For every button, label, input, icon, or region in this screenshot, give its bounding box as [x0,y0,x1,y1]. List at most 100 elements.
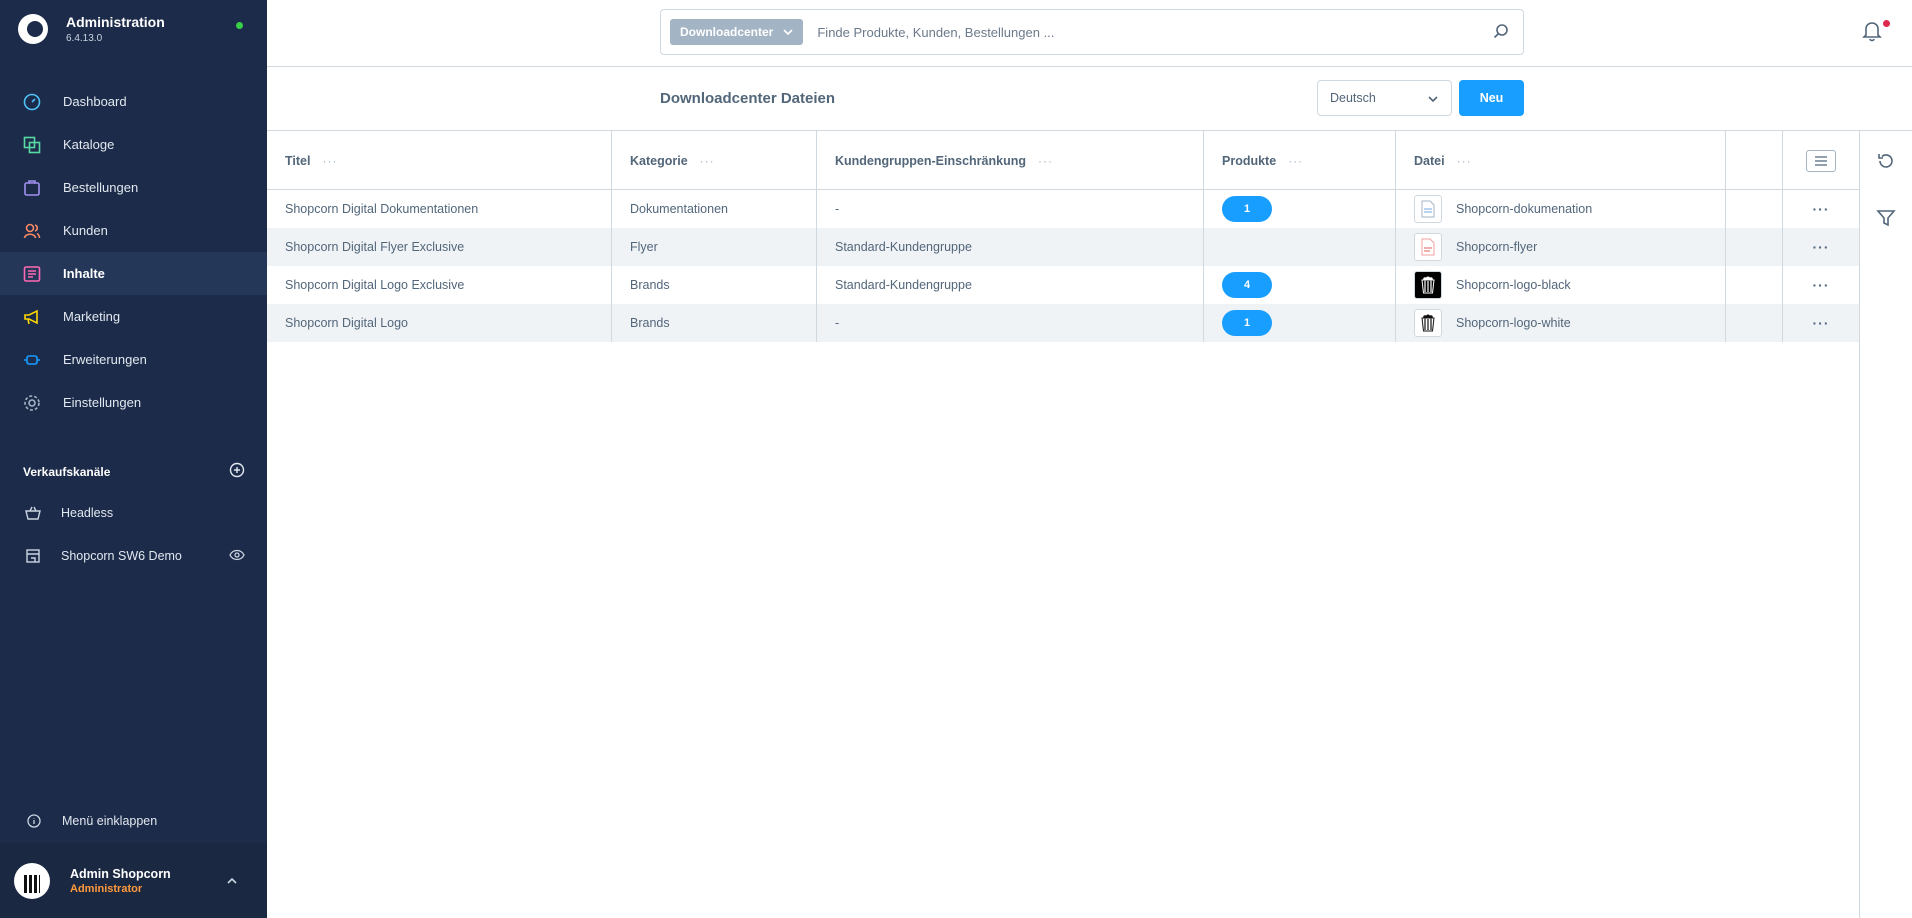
row-actions-button[interactable]: ··· [1813,239,1830,255]
filter-icon[interactable] [1876,208,1896,231]
file-name[interactable]: Shopcorn-logo-black [1456,278,1571,292]
table-row[interactable]: Shopcorn Digital Logo Brands - 1 Shopcor… [267,304,1859,342]
new-button[interactable]: Neu [1459,80,1524,116]
column-menu-button[interactable]: ··· [1038,154,1053,168]
cell-spacer [1726,304,1783,342]
collapse-menu-label: Menü einklappen [62,814,158,828]
table-row[interactable]: Shopcorn Digital Dokumentationen Dokumen… [267,190,1859,228]
pdf-icon [1414,233,1442,261]
user-name: Admin Shopcorn [70,866,171,881]
cell-restriction: Standard-Kundengruppe [817,266,1204,304]
file-name[interactable]: Shopcorn-dokumenation [1456,202,1592,216]
column-header-category[interactable]: Kategorie ··· [612,131,817,190]
sales-channel-headless[interactable]: Headless [23,503,245,523]
cell-actions: ··· [1783,190,1859,228]
column-menu-button[interactable]: ··· [1457,154,1472,168]
app-version: 6.4.13.0 [66,33,103,44]
table-row[interactable]: Shopcorn Digital Flyer Exclusive Flyer S… [267,228,1859,266]
cell-products: 1 [1204,190,1396,228]
nav-item-settings[interactable]: Einstellungen [0,381,267,424]
eye-icon[interactable] [229,549,245,564]
cell-restriction: - [817,190,1204,228]
nav-label: Erweiterungen [63,352,147,367]
brand[interactable]: Administration 6.4.13.0 [18,14,165,44]
catalog-icon [22,135,42,155]
column-header-label: Kundengruppen-Einschränkung [835,153,1026,168]
file-name[interactable]: Shopcorn-flyer [1456,240,1537,254]
main-nav: Dashboard Kataloge Bestellungen Kunden I… [0,80,267,424]
column-header-restriction[interactable]: Kundengruppen-Einschränkung ··· [817,131,1204,190]
gear-icon [22,393,42,413]
user-role: Administrator [70,882,143,895]
add-sales-channel-icon[interactable] [229,462,245,481]
storefront-icon [23,546,43,566]
cell-title[interactable]: Shopcorn Digital Logo Exclusive [267,266,612,304]
smart-bar: Downloadcenter Dateien Deutsch Neu [267,67,1912,131]
cell-category: Brands [612,266,817,304]
sales-channel-shopcorn-demo[interactable]: Shopcorn SW6 Demo [23,546,245,566]
sales-channels-title: Verkaufskanäle [23,464,111,479]
column-header-products[interactable]: Produkte ··· [1204,131,1396,190]
logo-black-icon [1414,271,1442,299]
basket-icon [23,503,43,523]
sales-channel-label: Headless [61,506,114,520]
column-header-file[interactable]: Datei ··· [1396,131,1726,190]
megaphone-icon [22,307,42,327]
cell-category: Dokumentationen [612,190,817,228]
search-input[interactable] [817,24,1478,40]
search-icon[interactable] [1493,23,1509,42]
cell-spacer [1726,228,1783,266]
info-circle-icon [24,811,44,831]
data-grid: Titel ··· Kategorie ··· Kundengruppen-Ei… [267,131,1859,342]
cell-title[interactable]: Shopcorn Digital Logo [267,304,612,342]
refresh-icon[interactable] [1876,151,1896,174]
grid-header: Titel ··· Kategorie ··· Kundengruppen-Ei… [267,131,1859,190]
nav-item-dashboard[interactable]: Dashboard [0,80,267,123]
row-actions-button[interactable]: ··· [1813,315,1830,331]
nav-item-customers[interactable]: Kunden [0,209,267,252]
content-icon [22,264,42,284]
chevron-up-icon[interactable] [226,873,238,887]
table-row[interactable]: Shopcorn Digital Logo Exclusive Brands S… [267,266,1859,304]
column-header-label: Produkte [1222,153,1277,168]
nav-item-orders[interactable]: Bestellungen [0,166,267,209]
nav-item-extensions[interactable]: Erweiterungen [0,338,267,381]
cell-title[interactable]: Shopcorn Digital Dokumentationen [267,190,612,228]
products-count-badge[interactable]: 1 [1222,196,1272,222]
file-name[interactable]: Shopcorn-logo-white [1456,316,1571,330]
column-header-spacer [1726,131,1783,190]
cell-title[interactable]: Shopcorn Digital Flyer Exclusive [267,228,612,266]
column-menu-button[interactable]: ··· [1288,154,1303,168]
language-value: Deutsch [1330,91,1376,105]
column-menu-button[interactable]: ··· [322,154,337,168]
row-actions-button[interactable]: ··· [1813,201,1830,217]
column-header-label: Datei [1414,153,1445,168]
grid-settings-icon[interactable] [1806,149,1836,172]
search-type-selector[interactable]: Downloadcenter [670,19,804,45]
products-count-badge[interactable]: 4 [1222,272,1272,298]
column-menu-button[interactable]: ··· [700,154,715,168]
notification-bell-icon[interactable] [1862,20,1882,45]
nav-item-catalog[interactable]: Kataloge [0,123,267,166]
sales-channels-header: Verkaufskanäle [23,462,245,481]
nav-label: Inhalte [63,266,105,281]
collapse-menu-button[interactable]: Menü einklappen [24,811,157,831]
cell-products [1204,228,1396,266]
nav-label: Kataloge [63,137,115,152]
cell-file: Shopcorn-flyer [1396,228,1726,266]
language-select[interactable]: Deutsch [1317,80,1452,116]
column-header-title[interactable]: Titel ··· [267,131,612,190]
row-actions-button[interactable]: ··· [1813,277,1830,293]
doc-icon [1414,195,1442,223]
column-header-label: Titel [285,153,311,168]
products-count-badge[interactable]: 1 [1222,310,1272,336]
sidebar: Administration 6.4.13.0 Dashboard Katalo… [0,0,267,918]
nav-item-marketing[interactable]: Marketing [0,295,267,338]
cell-file: Shopcorn-logo-black [1396,266,1726,304]
extensions-icon [22,350,42,370]
cell-category: Brands [612,304,817,342]
user-profile[interactable]: Admin Shopcorn Administrator [0,843,267,918]
cell-spacer [1726,190,1783,228]
nav-item-content[interactable]: Inhalte [0,252,267,295]
search-type-label: Downloadcenter [680,25,774,39]
